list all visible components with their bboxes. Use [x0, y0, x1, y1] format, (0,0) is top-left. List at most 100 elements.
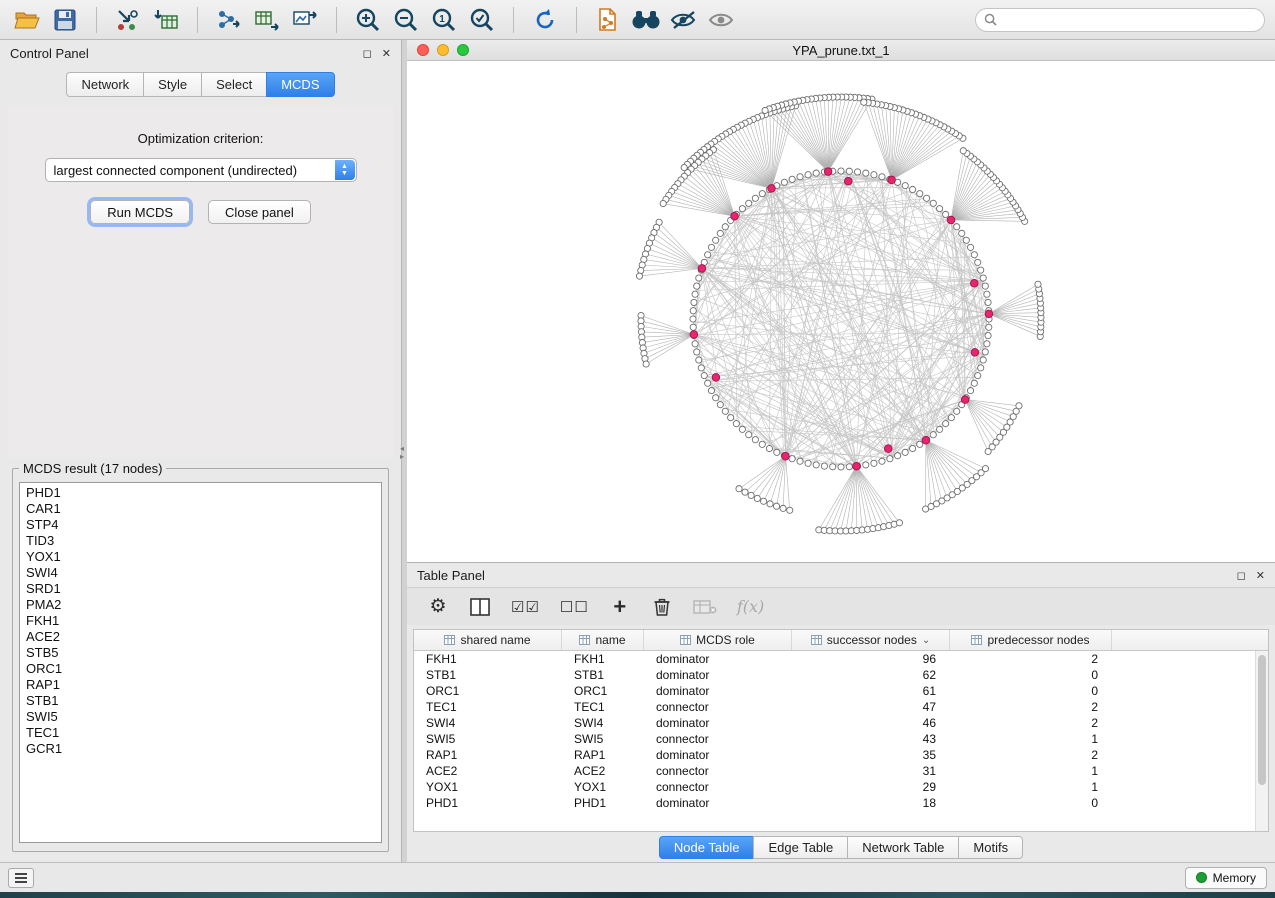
cell-successor-nodes[interactable]: 29 [792, 780, 950, 794]
cell-shared-name[interactable]: ORC1 [414, 684, 562, 698]
cell-successor-nodes[interactable]: 47 [792, 700, 950, 714]
mcds-result-item[interactable]: STB5 [20, 645, 381, 661]
mcds-result-item[interactable]: TID3 [20, 533, 381, 549]
cell-name[interactable]: SWI5 [562, 732, 644, 746]
table-row[interactable]: ORC1ORC1dominator610 [414, 683, 1268, 699]
mcds-result-item[interactable]: GCR1 [20, 741, 381, 757]
cell-MCDS-role[interactable]: connector [644, 780, 792, 794]
cell-shared-name[interactable]: SWI5 [414, 732, 562, 746]
scrollbar-thumb[interactable] [1258, 655, 1266, 785]
cell-name[interactable]: PHD1 [562, 796, 644, 810]
optimization-criterion-select[interactable]: largest connected component (undirected)… [45, 158, 357, 182]
sort-direction-icon[interactable]: ⌄ [922, 635, 930, 646]
cell-name[interactable]: ORC1 [562, 684, 644, 698]
table-row[interactable]: PHD1PHD1dominator180 [414, 795, 1268, 811]
run-mcds-button[interactable]: Run MCDS [90, 200, 190, 224]
tab-network-table[interactable]: Network Table [847, 836, 958, 859]
mcds-result-item[interactable]: STB1 [20, 693, 381, 709]
mcds-result-item[interactable]: YOX1 [20, 549, 381, 565]
close-table-panel-icon[interactable]: ✕ [1256, 569, 1265, 582]
export-network-button[interactable] [212, 4, 246, 36]
cell-successor-nodes[interactable]: 31 [792, 764, 950, 778]
copy-network-button[interactable] [591, 4, 625, 36]
cell-MCDS-role[interactable]: dominator [644, 796, 792, 810]
cell-successor-nodes[interactable]: 46 [792, 716, 950, 730]
mcds-result-item[interactable]: FKH1 [20, 613, 381, 629]
tab-edge-table[interactable]: Edge Table [753, 836, 847, 859]
cell-predecessor-nodes[interactable]: 0 [950, 668, 1112, 682]
network-canvas[interactable] [407, 61, 1275, 562]
cell-predecessor-nodes[interactable]: 2 [950, 716, 1112, 730]
cell-predecessor-nodes[interactable]: 0 [950, 796, 1112, 810]
column-header-name[interactable]: name [562, 630, 644, 650]
cell-MCDS-role[interactable]: dominator [644, 748, 792, 762]
tab-select[interactable]: Select [201, 72, 266, 97]
zoom-actual-button[interactable]: 1 [427, 4, 461, 36]
cell-name[interactable]: RAP1 [562, 748, 644, 762]
cell-successor-nodes[interactable]: 62 [792, 668, 950, 682]
cell-shared-name[interactable]: SWI4 [414, 716, 562, 730]
cell-shared-name[interactable]: YOX1 [414, 780, 562, 794]
import-table-button[interactable] [149, 4, 183, 36]
cell-successor-nodes[interactable]: 18 [792, 796, 950, 810]
cell-MCDS-role[interactable]: connector [644, 732, 792, 746]
select-all-icon[interactable]: ☑☑ [511, 594, 540, 620]
cell-predecessor-nodes[interactable]: 0 [950, 684, 1112, 698]
column-header-predecessor-nodes[interactable]: predecessor nodes [950, 630, 1112, 650]
column-header-MCDS-role[interactable]: MCDS role [644, 630, 792, 650]
float-panel-icon[interactable]: ◻ [363, 47, 372, 60]
cell-predecessor-nodes[interactable]: 2 [950, 700, 1112, 714]
cell-successor-nodes[interactable]: 96 [792, 652, 950, 666]
mcds-result-item[interactable]: SRD1 [20, 581, 381, 597]
cell-predecessor-nodes[interactable]: 2 [950, 748, 1112, 762]
table-row[interactable]: FKH1FKH1dominator962 [414, 651, 1268, 667]
cell-successor-nodes[interactable]: 61 [792, 684, 950, 698]
zoom-out-button[interactable] [389, 4, 423, 36]
tab-mcds[interactable]: MCDS [266, 72, 334, 97]
cell-MCDS-role[interactable]: dominator [644, 668, 792, 682]
zoom-window-icon[interactable] [457, 44, 469, 56]
table-row[interactable]: TEC1TEC1connector472 [414, 699, 1268, 715]
search-network-button[interactable] [629, 4, 663, 36]
table-row[interactable]: STB1STB1dominator620 [414, 667, 1268, 683]
mcds-result-item[interactable]: CAR1 [20, 501, 381, 517]
mcds-result-item[interactable]: RAP1 [20, 677, 381, 693]
tab-network[interactable]: Network [66, 72, 143, 97]
delete-column-icon[interactable] [651, 594, 673, 620]
zoom-fit-button[interactable] [465, 4, 499, 36]
splitter-arrows-icon[interactable]: ◂▸ [400, 445, 404, 461]
network-titlebar[interactable]: YPA_prune.txt_1 [407, 40, 1275, 61]
cell-name[interactable]: STB1 [562, 668, 644, 682]
show-columns-icon[interactable] [469, 594, 491, 620]
refresh-button[interactable] [528, 4, 562, 36]
minimize-window-icon[interactable] [437, 44, 449, 56]
search-field[interactable] [975, 8, 1265, 32]
column-header-successor-nodes[interactable]: successor nodes⌄ [792, 630, 950, 650]
mcds-result-item[interactable]: PMA2 [20, 597, 381, 613]
table-vertical-scrollbar[interactable] [1255, 651, 1268, 831]
show-graphics-button[interactable] [705, 4, 739, 36]
save-session-button[interactable] [48, 4, 82, 36]
cell-name[interactable]: ACE2 [562, 764, 644, 778]
open-file-button[interactable] [10, 4, 44, 36]
table-row[interactable]: YOX1YOX1connector291 [414, 779, 1268, 795]
mcds-result-item[interactable]: SWI5 [20, 709, 381, 725]
cell-MCDS-role[interactable]: dominator [644, 652, 792, 666]
export-image-button[interactable] [288, 4, 322, 36]
unselect-all-icon[interactable]: ☐☐ [560, 594, 589, 620]
cell-shared-name[interactable]: STB1 [414, 668, 562, 682]
tab-style[interactable]: Style [143, 72, 201, 97]
mcds-result-item[interactable]: PHD1 [20, 485, 381, 501]
task-history-button[interactable] [8, 868, 34, 888]
cell-MCDS-role[interactable]: connector [644, 764, 792, 778]
network-graph[interactable] [407, 61, 1274, 562]
export-table-button[interactable] [250, 4, 284, 36]
cell-MCDS-role[interactable]: dominator [644, 684, 792, 698]
table-settings-icon[interactable]: ⚙ [427, 594, 449, 620]
zoom-in-button[interactable] [351, 4, 385, 36]
close-window-icon[interactable] [417, 44, 429, 56]
cell-predecessor-nodes[interactable]: 1 [950, 732, 1112, 746]
cell-shared-name[interactable]: TEC1 [414, 700, 562, 714]
close-panel-icon[interactable]: ✕ [382, 47, 391, 60]
table-row[interactable]: SWI5SWI5connector431 [414, 731, 1268, 747]
